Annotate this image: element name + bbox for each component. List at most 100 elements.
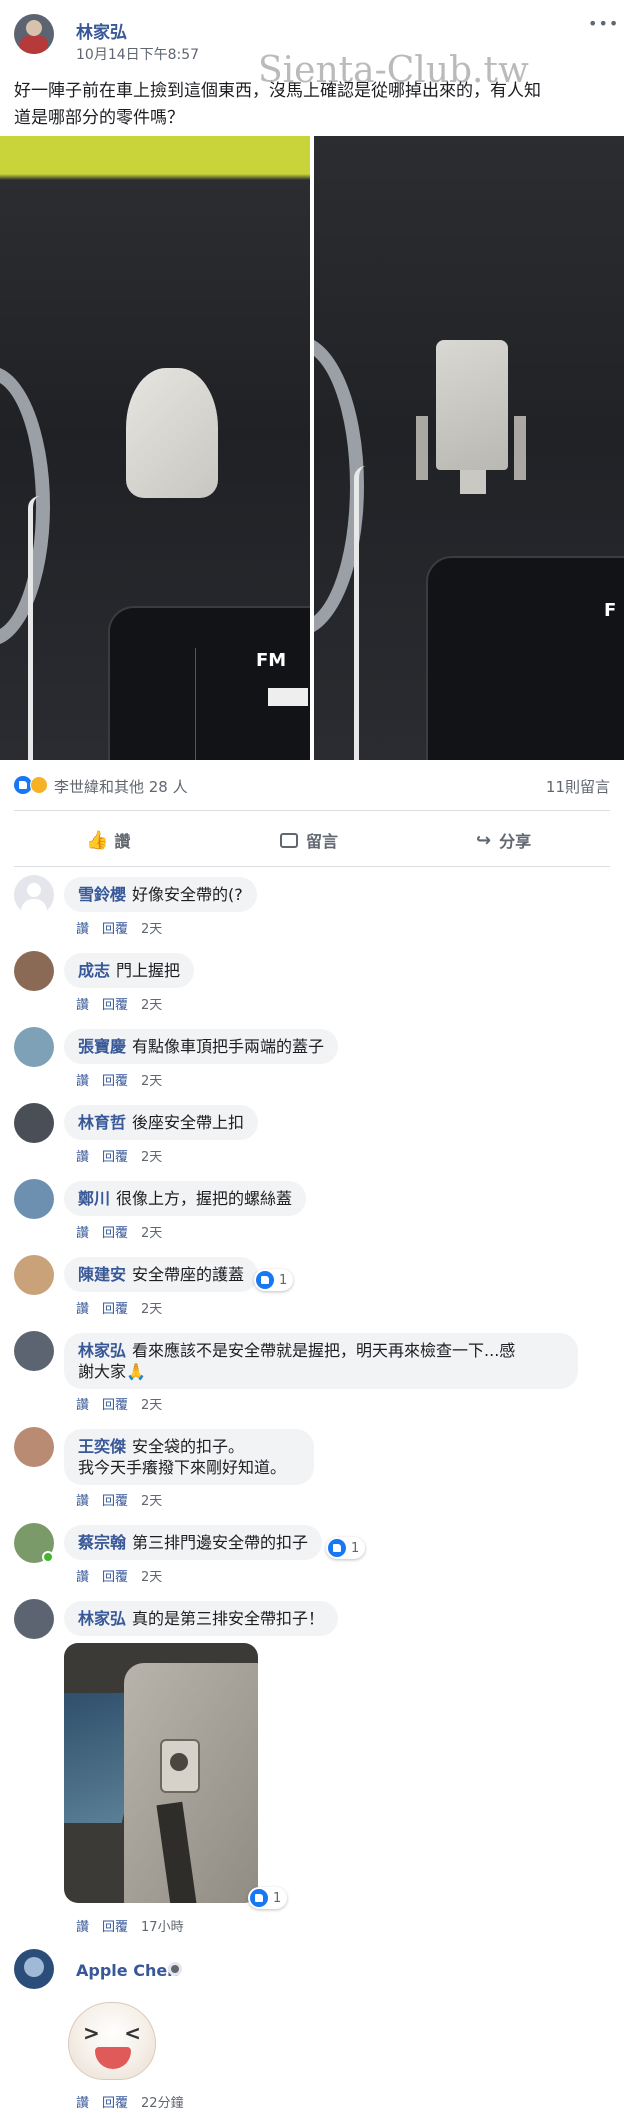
comment-bubble: 王奕傑 安全袋的扣子。 我今天手癢撥下來剛好知道。 bbox=[64, 1429, 314, 1485]
comment-time[interactable]: 17小時 bbox=[141, 1920, 184, 1935]
comment-time[interactable]: 22分鐘 bbox=[141, 2096, 184, 2111]
comment-like-link[interactable]: 讚 bbox=[76, 922, 89, 937]
comment-time[interactable]: 2天 bbox=[141, 1074, 162, 1089]
divider bbox=[14, 810, 610, 811]
avatar[interactable] bbox=[14, 1179, 54, 1219]
comment-bubble: 蔡宗翰 第三排門邊安全帶的扣子 bbox=[64, 1525, 323, 1560]
found-part bbox=[126, 368, 218, 498]
comment-reply-link[interactable]: 回覆 bbox=[102, 2096, 128, 2111]
comment-time[interactable]: 2天 bbox=[141, 922, 162, 937]
comment-reply-link[interactable]: 回覆 bbox=[102, 1398, 128, 1413]
comment-bubble: 雪鈴櫻 好像安全帶的(? bbox=[64, 877, 257, 912]
like-button[interactable]: 👍 讚 bbox=[86, 822, 206, 858]
comments-count[interactable]: 11則留言 bbox=[546, 776, 610, 797]
commenter-name[interactable]: 成志 bbox=[78, 961, 110, 980]
post-photo-2[interactable]: F bbox=[314, 136, 624, 760]
comment-reply-link[interactable]: 回覆 bbox=[102, 998, 128, 1013]
commenter-name[interactable]: 雪鈴櫻 bbox=[78, 885, 126, 904]
comment-text: 門上握把 bbox=[116, 961, 181, 980]
comment-actions: 讚回覆 2天 bbox=[76, 1394, 175, 1413]
comment-text: 有點像車頂把手兩端的蓋子 bbox=[132, 1037, 325, 1056]
more-options-icon[interactable]: ••• bbox=[588, 14, 619, 33]
cable bbox=[28, 496, 40, 760]
thumb-icon: 👍 bbox=[86, 829, 109, 851]
comment-like-link[interactable]: 讚 bbox=[76, 1302, 89, 1317]
comment-text: 看來應該不是安全帶就是握把，明天再來檢查一下...感 bbox=[132, 1341, 516, 1360]
comment-time[interactable]: 2天 bbox=[141, 1302, 162, 1317]
comment-like-link[interactable]: 讚 bbox=[76, 1150, 89, 1165]
comment-bubble: 林育哲 後座安全帶上扣 bbox=[64, 1105, 259, 1140]
comment-reply-link[interactable]: 回覆 bbox=[102, 1150, 128, 1165]
found-part-open bbox=[436, 340, 508, 470]
comment-time[interactable]: 2天 bbox=[141, 1570, 162, 1585]
comment-bubble: 林家弘 真的是第三排安全帶扣子！ bbox=[64, 1601, 339, 1636]
comment-reply-link[interactable]: 回覆 bbox=[102, 1074, 128, 1089]
post-timestamp[interactable]: 10月14日下午8:57 bbox=[76, 44, 199, 64]
comment-like-link[interactable]: 讚 bbox=[76, 1074, 89, 1089]
avatar[interactable] bbox=[14, 1427, 54, 1467]
commenter-name[interactable]: 張寶慶 bbox=[78, 1037, 126, 1056]
avatar[interactable] bbox=[14, 951, 54, 991]
comment-like-link[interactable]: 讚 bbox=[76, 1226, 89, 1241]
commenter-name[interactable]: 王奕傑 bbox=[78, 1437, 126, 1456]
comment-like-link[interactable]: 讚 bbox=[76, 1570, 89, 1585]
comment-reaction-count[interactable]: 1 bbox=[326, 1537, 366, 1559]
comment-reply-link[interactable]: 回覆 bbox=[102, 1302, 128, 1317]
comment-time[interactable]: 2天 bbox=[141, 1398, 162, 1413]
comment-reply-link[interactable]: 回覆 bbox=[102, 922, 128, 937]
comment-button[interactable]: 留言 bbox=[280, 822, 400, 858]
commenter-name[interactable]: 鄭川 bbox=[78, 1189, 110, 1208]
avatar[interactable] bbox=[14, 1949, 54, 1989]
avatar[interactable] bbox=[14, 875, 54, 915]
commenter-name[interactable]: Apple Chen bbox=[76, 1961, 179, 1980]
comment-icon bbox=[280, 832, 298, 848]
post-photo-1[interactable]: FM bbox=[0, 136, 310, 760]
sticker[interactable]: > < bbox=[68, 2002, 156, 2080]
avatar[interactable] bbox=[14, 1331, 54, 1371]
avatar[interactable] bbox=[14, 1599, 54, 1639]
comment-reply-link[interactable]: 回覆 bbox=[102, 1920, 128, 1935]
commenter-name[interactable]: 林育哲 bbox=[78, 1113, 126, 1132]
comment-text: 好像安全帶的(? bbox=[132, 885, 243, 904]
comment-actions: 讚回覆 2天 bbox=[76, 1490, 175, 1509]
commenter-name[interactable]: 林家弘 bbox=[78, 1341, 126, 1360]
post-author[interactable]: 林家弘 bbox=[76, 18, 127, 43]
reactions-summary[interactable]: 李世緯和其他 28 人 bbox=[54, 776, 188, 797]
author-avatar[interactable] bbox=[14, 14, 54, 54]
like-icon bbox=[250, 1889, 268, 1907]
comment-time[interactable]: 2天 bbox=[141, 1150, 162, 1165]
commenter-name[interactable]: 蔡宗翰 bbox=[78, 1533, 126, 1552]
comment-like-link[interactable]: 讚 bbox=[76, 1398, 89, 1413]
comment-reaction-count[interactable]: 1 bbox=[254, 1269, 294, 1291]
comment-actions: 讚回覆 2天 bbox=[76, 994, 175, 1013]
comment-text: 安全袋的扣子。 bbox=[132, 1437, 245, 1456]
comment-text: 安全帶座的護蓋 bbox=[132, 1265, 245, 1284]
comment-reaction-count[interactable]: 1 bbox=[248, 1887, 288, 1909]
comment-reply-link[interactable]: 回覆 bbox=[102, 1226, 128, 1241]
comment-reply-link[interactable]: 回覆 bbox=[102, 1494, 128, 1509]
comment-actions: 讚回覆 2天 bbox=[76, 918, 175, 937]
comment-like-link[interactable]: 讚 bbox=[76, 1920, 89, 1935]
commenter-name[interactable]: 陳建安 bbox=[78, 1265, 126, 1284]
comment-like-link[interactable]: 讚 bbox=[76, 2096, 89, 2111]
wow-reaction-icon[interactable] bbox=[30, 776, 48, 794]
comment-like-link[interactable]: 讚 bbox=[76, 998, 89, 1013]
comment-text: 我今天手癢撥下來剛好知道。 bbox=[78, 1458, 287, 1477]
comment-photo[interactable] bbox=[64, 1643, 258, 1903]
avatar[interactable] bbox=[14, 1255, 54, 1295]
avatar[interactable] bbox=[14, 1027, 54, 1067]
comment-reply-link[interactable]: 回覆 bbox=[102, 1570, 128, 1585]
comment-time[interactable]: 2天 bbox=[141, 998, 162, 1013]
comment-time[interactable]: 2天 bbox=[141, 1226, 162, 1241]
comment-actions: 讚回覆 17小時 bbox=[76, 1916, 197, 1935]
commenter-name[interactable]: 林家弘 bbox=[78, 1609, 126, 1628]
comment-actions: 讚回覆 2天 bbox=[76, 1146, 175, 1165]
comment-time[interactable]: 2天 bbox=[141, 1494, 162, 1509]
comment-bubble: 張寶慶 有點像車頂把手兩端的蓋子 bbox=[64, 1029, 339, 1064]
share-button[interactable]: ↪ 分享 bbox=[476, 822, 596, 858]
comment-bubble: 鄭川 很像上方，握把的螺絲蓋 bbox=[64, 1181, 307, 1216]
avatar[interactable] bbox=[14, 1103, 54, 1143]
verified-shield-icon bbox=[168, 1962, 182, 1976]
comment-like-link[interactable]: 讚 bbox=[76, 1494, 89, 1509]
vent-ring bbox=[0, 366, 50, 646]
